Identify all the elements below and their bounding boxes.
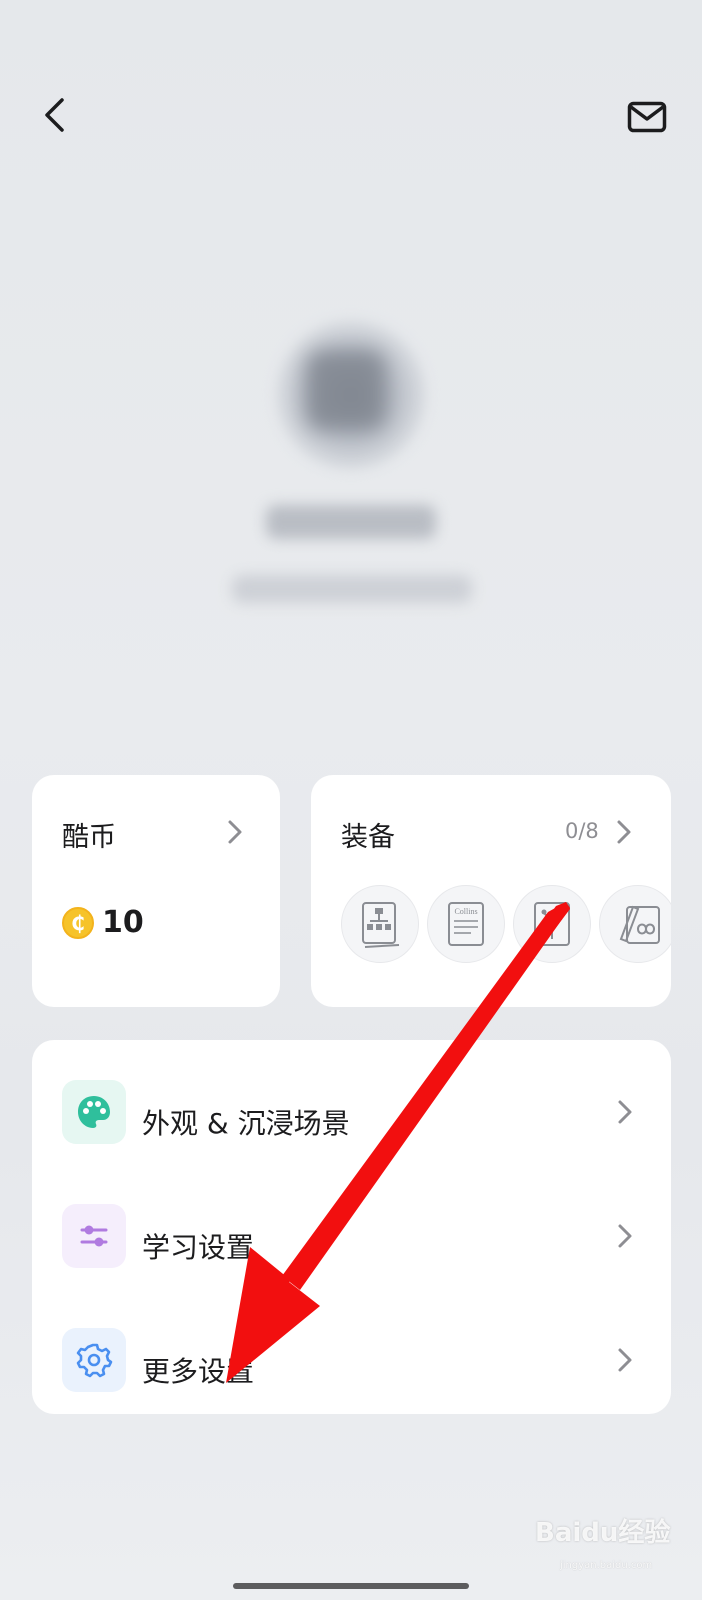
chevron-right-icon [617,820,631,844]
coins-title: 酷币 [62,822,116,853]
top-bar [0,0,702,200]
setting-label: 外观 & 沉浸场景 [142,1107,350,1140]
setting-label: 学习设置 [142,1231,255,1264]
mail-button[interactable] [624,96,670,138]
collins-label: Collins [454,907,477,916]
watermark: Baidu经验 [535,1518,671,1548]
mindmap-book-icon[interactable] [341,885,419,963]
chevron-left-icon [45,98,64,132]
coin-icon: ₵ [62,906,94,939]
coins-card[interactable]: 酷币 ₵ 10 [32,775,280,1007]
sliders-icon [62,1204,126,1268]
setting-appearance[interactable]: 外观 & 沉浸场景 [32,1062,671,1162]
coin-balance: ₵ 10 [62,905,144,940]
chevron-right-icon [228,820,242,844]
profile-section [0,300,702,640]
avatar[interactable] [276,320,426,470]
collins-dictionary-icon[interactable]: Collins [427,885,505,963]
gear-icon [62,1328,126,1392]
setting-study[interactable]: 学习设置 [32,1186,671,1286]
home-indicator[interactable] [233,1583,469,1589]
grammar-tree-book-icon[interactable] [513,885,591,963]
setting-more[interactable]: 更多设置 [32,1310,671,1410]
palette-icon [62,1080,126,1144]
coin-value: 10 [102,905,144,940]
chevron-right-icon [618,1224,632,1248]
back-button[interactable] [34,92,74,138]
equipment-count: 0/8 [565,819,599,843]
equipment-list: Collins [341,885,671,965]
chevron-right-icon [618,1100,632,1124]
chevron-right-icon [618,1348,632,1372]
nickname [266,505,436,539]
settings-card: 外观 & 沉浸场景 学习设置 更多设置 [32,1040,671,1414]
watermark-url: jingyan.baidu.com [560,1560,653,1571]
setting-label: 更多设置 [142,1355,255,1388]
envelope-icon [627,101,667,133]
user-id [232,575,472,603]
pencil-infinity-icon[interactable] [599,885,671,963]
equipment-card[interactable]: 装备 0/8 Collins [311,775,671,1007]
equipment-title: 装备 [341,822,395,853]
